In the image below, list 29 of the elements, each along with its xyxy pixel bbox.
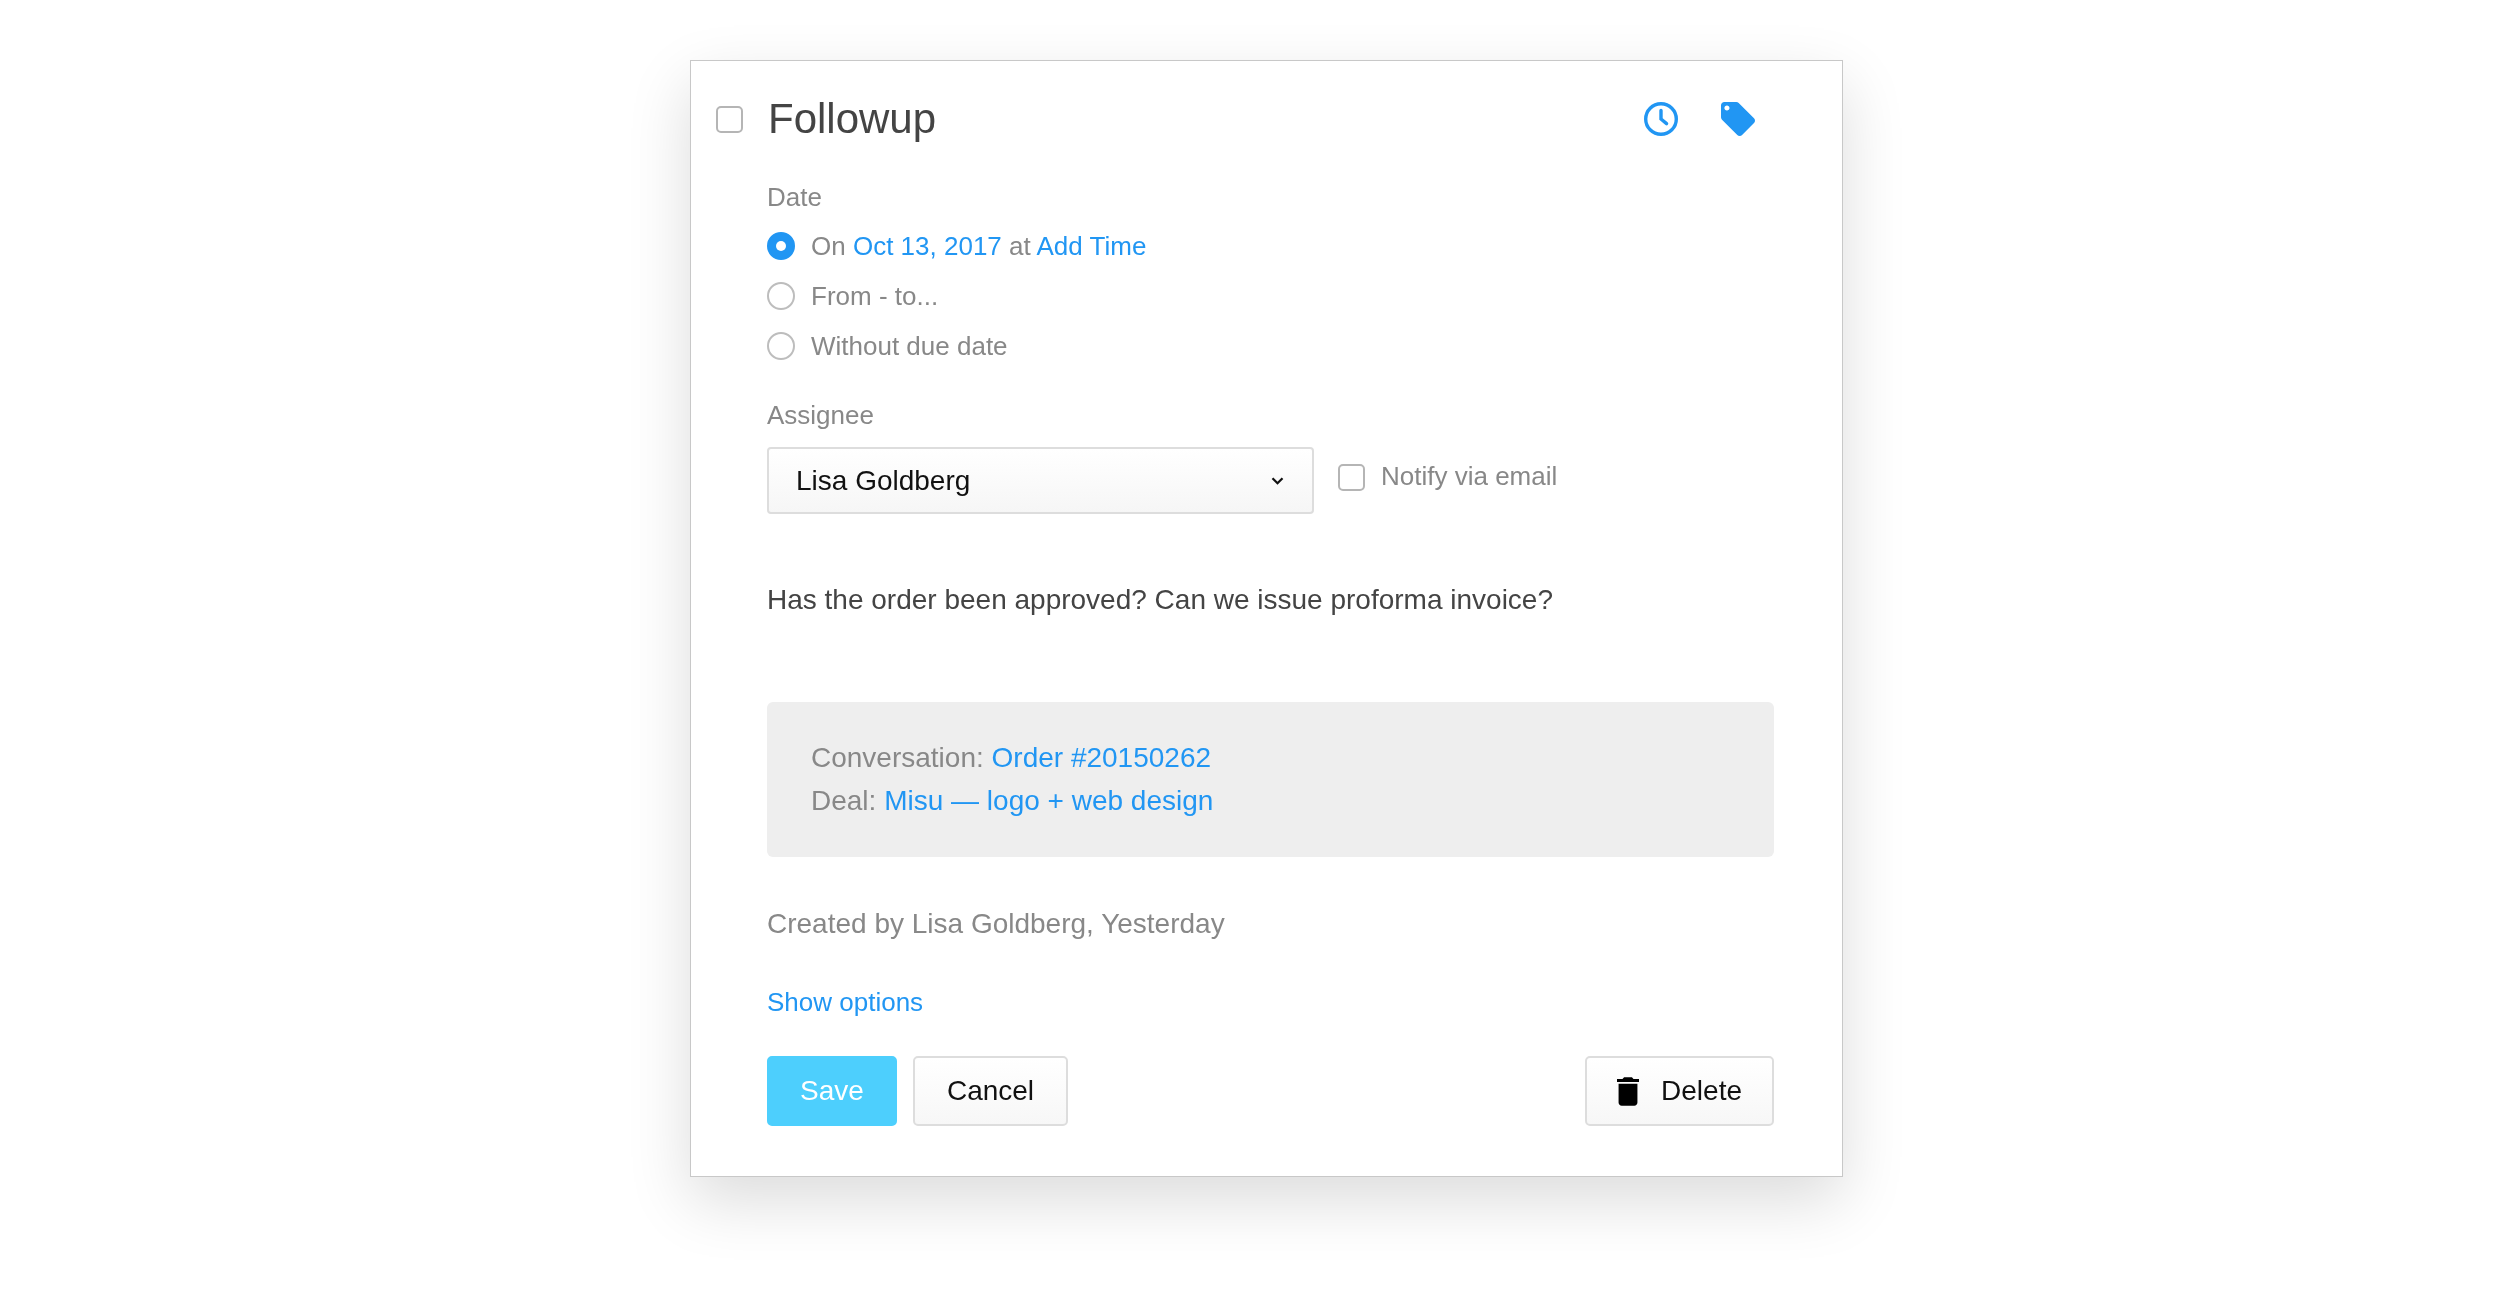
add-time-link[interactable]: Add Time — [1036, 230, 1147, 261]
show-options-link[interactable]: Show options — [767, 986, 924, 1018]
tag-icon[interactable] — [1721, 102, 1755, 136]
radio-label: From - to... — [811, 280, 939, 312]
chevron-down-icon — [1271, 476, 1284, 485]
task-checkbox[interactable] — [716, 105, 743, 133]
task-title: Followup — [768, 94, 938, 144]
assignee-label: Assignee — [767, 399, 875, 431]
linked-item-line: Conversation: Order #20150262 — [811, 741, 1213, 775]
assignee-select[interactable]: Lisa Goldberg — [767, 447, 1314, 514]
save-button[interactable]: Save — [767, 1056, 897, 1126]
radio-label: Without due date — [811, 330, 1008, 362]
clock-icon[interactable] — [1644, 102, 1678, 136]
radio-button[interactable] — [767, 282, 795, 310]
notify-label: Notify via email — [1381, 461, 1558, 492]
task-description: Has the order been approved? Can we issue proforma invoice? — [767, 583, 1554, 617]
created-info: Created by Lisa Goldberg, Yesterday — [767, 907, 1226, 941]
trash-icon — [1617, 1076, 1640, 1106]
notify-checkbox[interactable] — [1338, 464, 1365, 491]
date-link[interactable]: Oct 13, 2017 — [852, 230, 1002, 261]
radio-button[interactable] — [767, 332, 795, 360]
delete-button[interactable]: Delete — [1585, 1056, 1774, 1126]
linked-item-link[interactable]: Misu — logo + web design — [884, 785, 1214, 816]
linked-item-line: Deal: Misu — logo + web design — [811, 784, 1215, 818]
cancel-button[interactable]: Cancel — [913, 1056, 1068, 1126]
radio-button[interactable] — [767, 232, 795, 260]
linked-item-link[interactable]: Order #20150262 — [991, 742, 1212, 773]
radio-label: On Oct 13, 2017 at Add Time — [811, 230, 1147, 262]
date-label: Date — [767, 181, 823, 213]
